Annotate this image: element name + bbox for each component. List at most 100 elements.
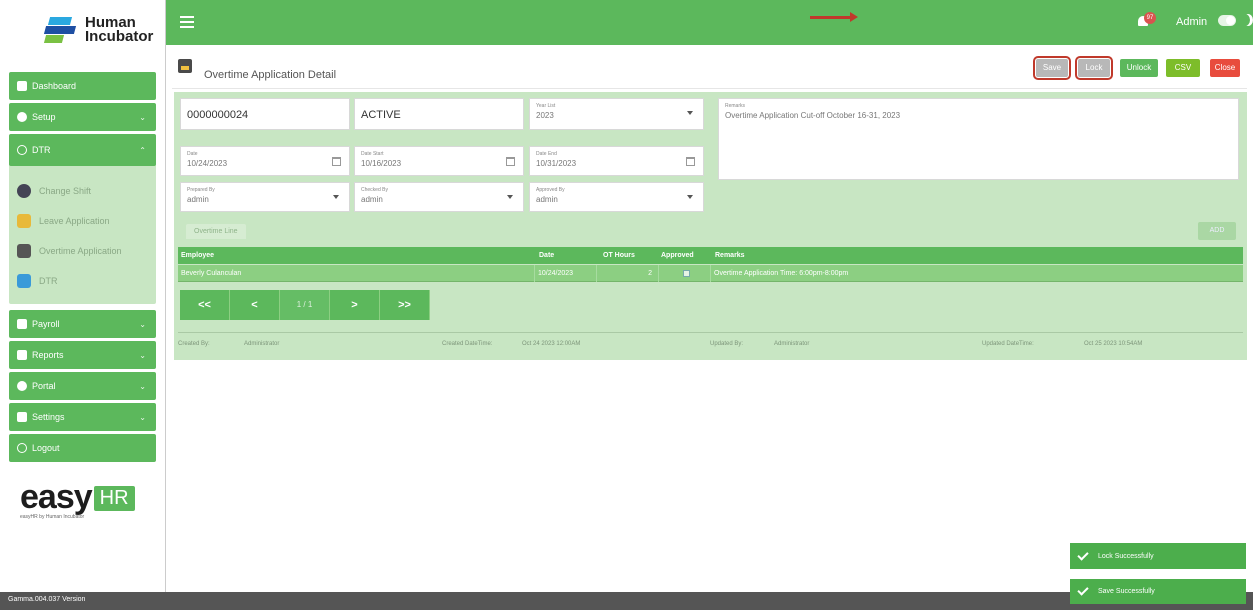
calendar-icon[interactable] — [332, 157, 341, 166]
cell-ot-hours: 2 — [596, 265, 658, 282]
sidebar-item-settings[interactable]: Settings ⌄ — [9, 403, 156, 431]
save-button[interactable]: Save — [1033, 56, 1071, 80]
prev-page-button[interactable]: < — [230, 290, 280, 320]
toast-message: Save Successfully — [1098, 588, 1155, 595]
number-field[interactable]: 0000000024 — [180, 98, 350, 130]
divider — [178, 332, 1243, 333]
grid-header: Employee Date OT Hours Approved Remarks — [178, 247, 1243, 264]
sidebar-item-setup[interactable]: Setup ⌄ — [9, 103, 156, 131]
unlock-button[interactable]: Unlock — [1120, 59, 1158, 77]
page-indicator: 1 / 1 — [280, 290, 330, 320]
overtime-application-icon — [17, 244, 31, 258]
remarks-field[interactable]: Remarks Overtime Application Cut-off Oct… — [718, 98, 1239, 180]
date-end-label: Date End — [536, 151, 557, 157]
caret-down-icon — [687, 111, 693, 115]
version-text: Gamma.004.037 Version — [8, 596, 86, 603]
hamburger-menu-icon[interactable] — [180, 16, 194, 31]
checked-by-label: Checked By — [361, 187, 388, 193]
sidebar-item-logout[interactable]: Logout — [9, 434, 156, 462]
user-menu[interactable]: Admin — [1176, 16, 1207, 28]
col-date[interactable]: Date — [536, 247, 596, 264]
checked-by-select[interactable]: Checked By admin — [354, 182, 524, 212]
topbar: 97 Admin — [166, 0, 1253, 45]
sidebar-item-label: Portal — [32, 381, 56, 391]
sidebar-subitem-change-shift[interactable]: Change Shift — [9, 176, 156, 206]
calendar-icon[interactable] — [686, 157, 695, 166]
sidebar-group-dtr: DTR ⌃ Change Shift Leave Application Ove… — [9, 134, 156, 304]
cell-employee: Beverly Culanculan — [181, 270, 242, 277]
prepared-by-label: Prepared By — [187, 187, 215, 193]
pagination: << < 1 / 1 > >> — [180, 290, 430, 320]
sidebar-item-label: Logout — [32, 443, 60, 453]
easyhr-logo: easy HR easyHR by Human Incubator — [20, 478, 135, 520]
sidebar-subitem-label: Change Shift — [39, 186, 92, 196]
col-employee[interactable]: Employee — [178, 247, 532, 264]
toast-message: Lock Successfully — [1098, 552, 1154, 560]
approved-checkbox[interactable] — [682, 269, 690, 277]
first-page-button[interactable]: << — [180, 290, 230, 320]
date-start-label: Date Start — [361, 151, 384, 157]
cell-approved — [658, 265, 710, 282]
reports-icon — [17, 350, 27, 360]
updated-datetime-value: Oct 25 2023 10:54AM — [1084, 341, 1143, 347]
easy-hr-badge: HR — [93, 486, 135, 511]
caret-down-icon — [507, 195, 513, 199]
bell-icon[interactable]: 97 — [1136, 12, 1156, 28]
table-row[interactable]: Beverly Culanculan 10/24/2023 2 Overtime… — [178, 265, 1243, 282]
year-list-value: 2023 — [536, 111, 554, 120]
chevron-up-icon: ⌃ — [139, 145, 146, 155]
sidebar-item-dtr[interactable]: DTR ⌃ — [9, 134, 156, 166]
sidebar-item-dashboard[interactable]: Dashboard — [9, 72, 156, 100]
date-start-field[interactable]: Date Start 10/16/2023 — [354, 146, 524, 176]
col-remarks[interactable]: Remarks — [712, 247, 1232, 264]
toast-save-success[interactable]: Save Successfully — [1070, 579, 1246, 604]
created-by-value: Administrator — [244, 341, 280, 347]
clock-icon — [17, 145, 27, 155]
brand-logo[interactable]: Human Incubator — [0, 0, 165, 60]
check-icon — [1077, 548, 1089, 561]
col-ot-hours[interactable]: OT Hours — [600, 247, 656, 264]
last-page-button[interactable]: >> — [380, 290, 430, 320]
col-approved[interactable]: Approved — [658, 247, 710, 264]
tab-overtime-line[interactable]: Overtime Line — [186, 224, 246, 239]
chevron-down-icon: ⌄ — [139, 381, 146, 391]
status-field[interactable]: ACTIVE — [354, 98, 524, 130]
calendar-icon[interactable] — [506, 157, 515, 166]
updated-by-label: Updated By: — [710, 341, 744, 347]
sidebar-subitem-label: Overtime Application — [39, 246, 122, 256]
sidebar-item-payroll[interactable]: Payroll ⌄ — [9, 310, 156, 338]
gear-icon — [17, 412, 27, 422]
csv-button[interactable]: CSV — [1166, 59, 1200, 77]
date-label: Date — [187, 151, 198, 157]
date-field[interactable]: Date 10/24/2023 — [180, 146, 350, 176]
dtr-icon — [17, 274, 31, 288]
toast-lock-success[interactable]: Lock Successfully — [1070, 543, 1246, 569]
created-datetime-label: Created DateTime: — [442, 341, 493, 347]
prepared-by-select[interactable]: Prepared By admin — [180, 182, 350, 212]
sidebar-subitem-leave-application[interactable]: Leave Application — [9, 206, 156, 236]
prepared-by-value: admin — [187, 195, 209, 204]
next-page-button[interactable]: > — [330, 290, 380, 320]
caret-down-icon — [333, 195, 339, 199]
moon-icon — [1240, 14, 1250, 26]
portal-icon — [17, 381, 27, 391]
remarks-label: Remarks — [725, 103, 746, 109]
approved-by-select[interactable]: Approved By admin — [529, 182, 704, 212]
lock-button[interactable]: Lock — [1075, 56, 1113, 80]
easy-word: easy — [20, 478, 93, 516]
date-end-field[interactable]: Date End 10/31/2023 — [529, 146, 704, 176]
updated-by-value: Administrator — [774, 341, 810, 347]
sidebar-item-reports[interactable]: Reports ⌄ — [9, 341, 156, 369]
theme-toggle[interactable] — [1218, 15, 1236, 26]
status-bar: Gamma.004.037 Version — [0, 592, 1253, 610]
remarks-value: Overtime Application Cut-off October 16-… — [725, 111, 901, 120]
sidebar-subitem-dtr[interactable]: DTR — [9, 266, 156, 296]
sidebar: Human Incubator Dashboard Setup ⌄ DTR ⌃ … — [0, 0, 166, 610]
sidebar-item-portal[interactable]: Portal ⌄ — [9, 372, 156, 400]
year-list-select[interactable]: Year List 2023 — [529, 98, 704, 130]
check-icon — [1077, 584, 1089, 596]
close-button[interactable]: Close — [1210, 59, 1240, 77]
annotation-arrow — [810, 12, 858, 22]
sidebar-subitem-overtime-application[interactable]: Overtime Application — [9, 236, 156, 266]
add-button[interactable]: ADD — [1198, 222, 1236, 240]
